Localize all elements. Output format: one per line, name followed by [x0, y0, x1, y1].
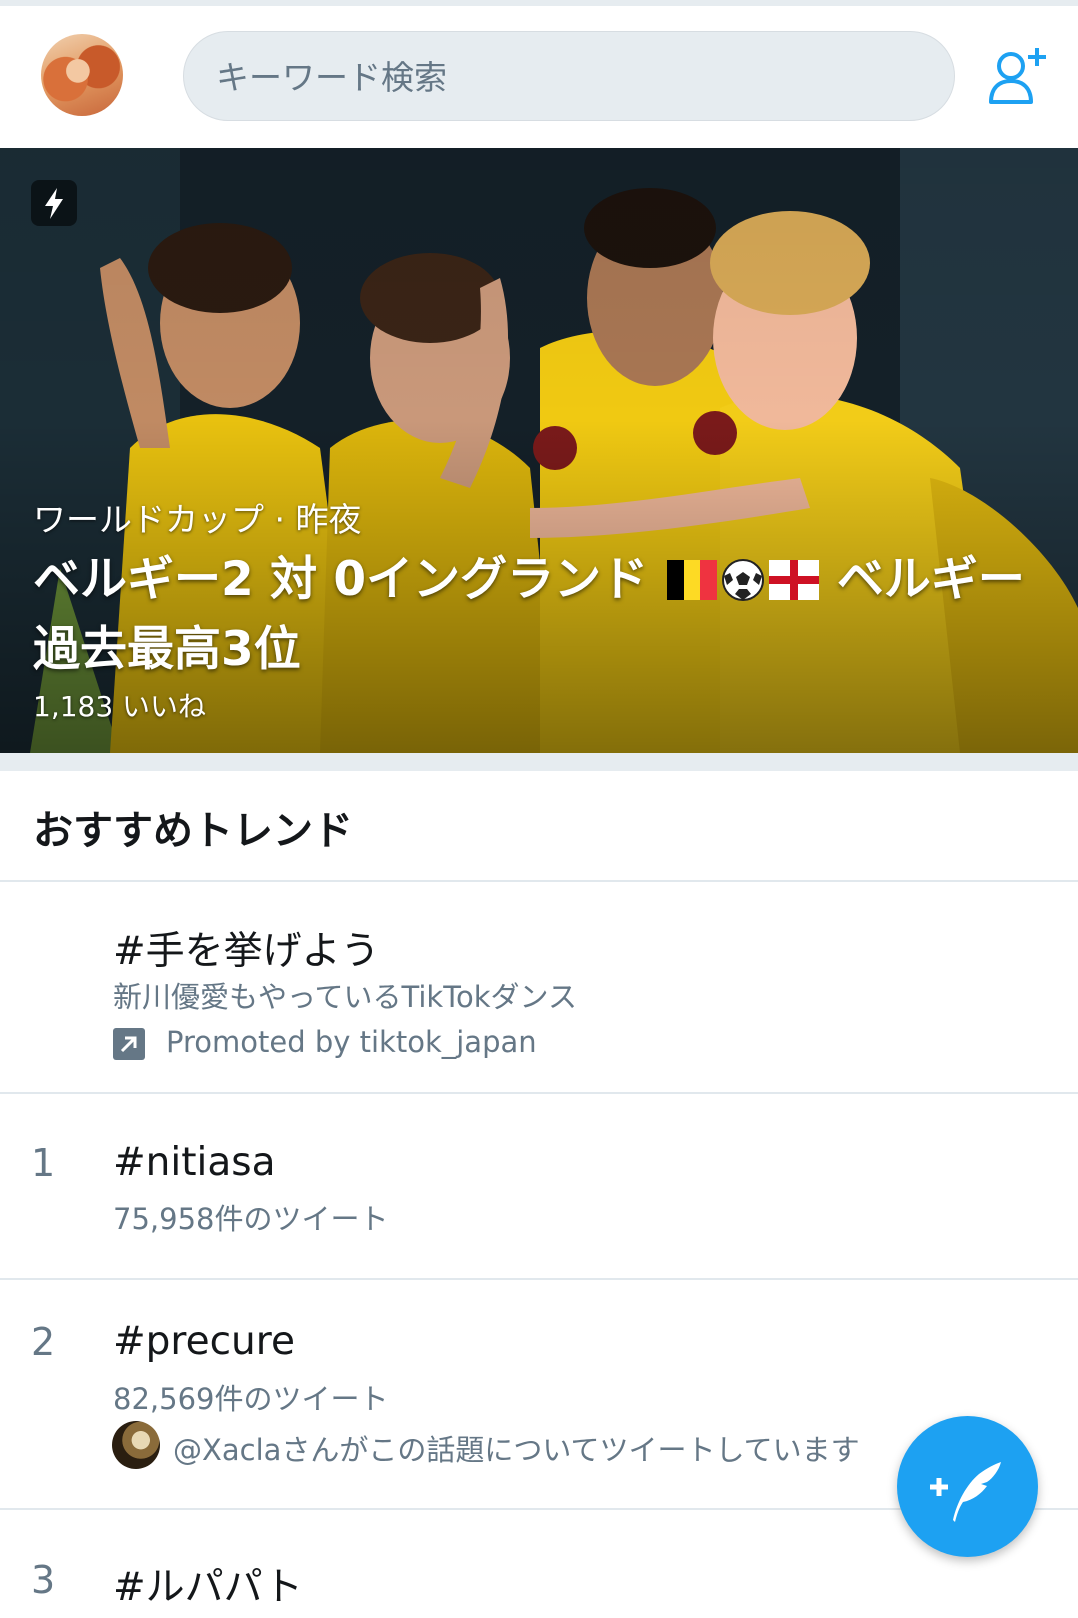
top-bar — [0, 6, 1078, 148]
trend-hashtag: #precure — [113, 1319, 295, 1364]
trend-item[interactable]: 1 #nitiasa 75,958件のツイート — [0, 1094, 1078, 1278]
trend-rank: 2 — [31, 1320, 56, 1364]
trend-context: @Xaclaさんがこの話題についてツイートしています — [173, 1433, 860, 1467]
section-separator — [0, 753, 1078, 771]
moment-likes: 1,183 いいね — [33, 690, 207, 723]
trend-description: 新川優愛もやっているTikTokダンス — [113, 980, 577, 1014]
profile-avatar[interactable] — [41, 34, 123, 116]
search-bar[interactable] — [183, 31, 955, 122]
promoted-arrow-icon — [113, 1028, 145, 1060]
trend-rank: 3 — [31, 1558, 56, 1602]
trend-hashtag: #nitiasa — [113, 1140, 276, 1185]
trend-item-promoted[interactable]: #手を挙げよう 新川優愛もやっているTikTokダンス Promoted by … — [0, 882, 1078, 1092]
compose-tweet-button[interactable] — [897, 1416, 1038, 1557]
trend-hashtag: #ルパパト — [113, 1565, 303, 1610]
trend-rank: 1 — [31, 1141, 56, 1185]
belgium-flag-icon — [666, 559, 717, 600]
trends-heading: おすすめトレンド — [33, 808, 353, 854]
promoted-by-label: Promoted by tiktok_japan — [166, 1025, 537, 1059]
user-avatar — [112, 1421, 160, 1469]
compose-tweet-icon — [930, 1462, 1001, 1522]
trend-tweet-count: 75,958件のツイート — [113, 1202, 389, 1236]
soccer-ball-icon — [721, 558, 764, 601]
trend-tweet-count: 82,569件のツイート — [113, 1382, 389, 1416]
moment-headline: ベルギー2 対 0イングランド ベルギー過去最高3位 — [33, 545, 1043, 685]
moment-category: ワールドカップ · 昨夜 — [33, 500, 362, 539]
headline-text-1: ベルギー2 対 0イングランド — [33, 552, 665, 607]
search-input[interactable] — [214, 32, 918, 122]
add-user-icon[interactable] — [985, 44, 1051, 110]
trend-hashtag: #手を挙げよう — [113, 929, 380, 974]
lightning-bolt-icon — [31, 180, 77, 226]
england-flag-icon — [768, 559, 819, 600]
featured-moment-card[interactable]: ワールドカップ · 昨夜 ベルギー2 対 0イングランド ベルギー過去最高3位 … — [0, 148, 1078, 753]
